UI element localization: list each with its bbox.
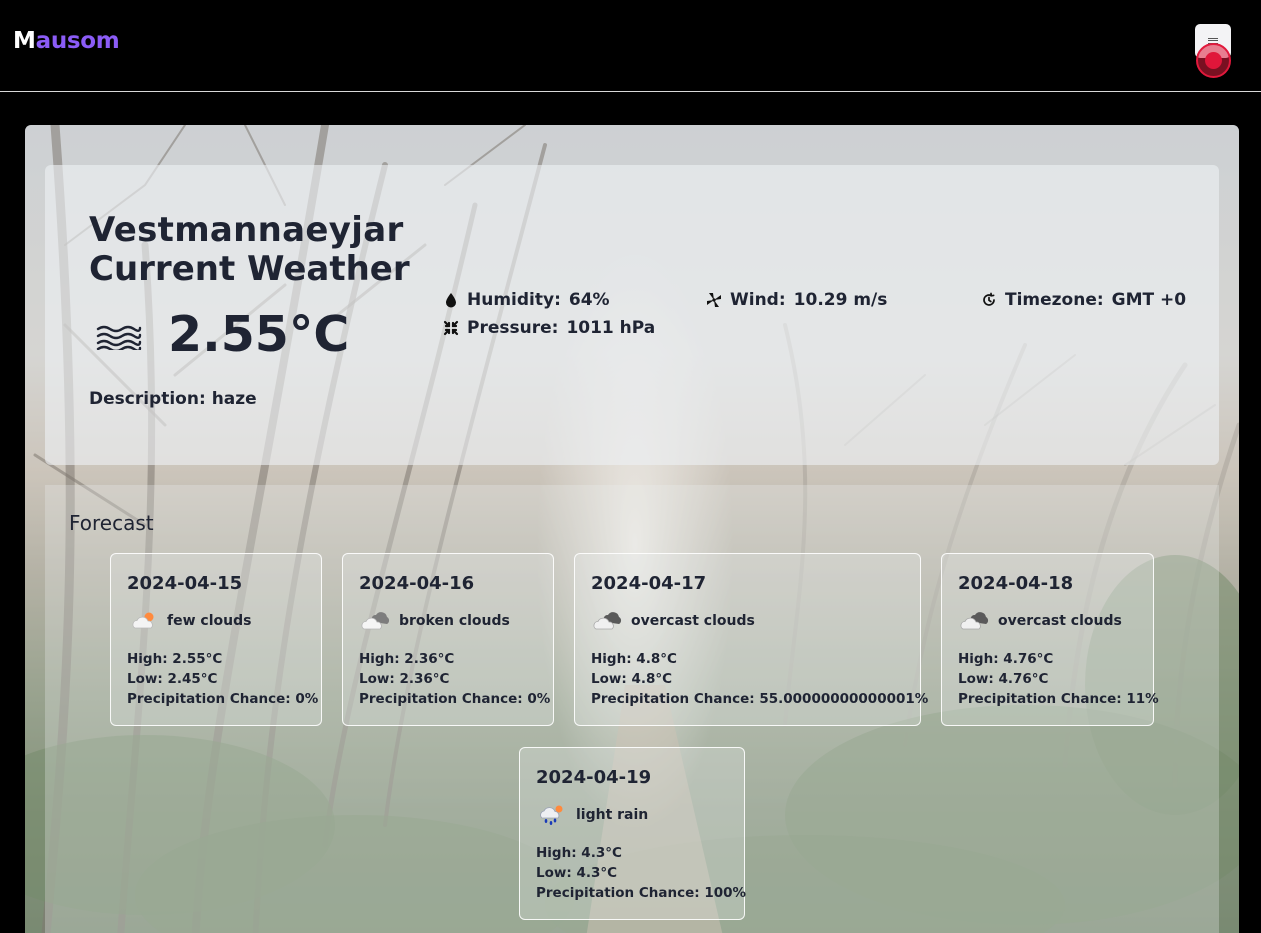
forecast-high: High: 4.8°C [591, 651, 677, 667]
humidity-value: 64% [568, 290, 610, 310]
timezone-label: Timezone: [1005, 290, 1104, 310]
few-clouds-icon [132, 612, 154, 629]
wind-value: 10.29 m/s [793, 290, 888, 310]
haze-icon [96, 325, 142, 350]
forecast-low: Low: 4.76°C [958, 671, 1049, 687]
forecast-date: 2024-04-18 [958, 573, 1074, 594]
forecast-condition: overcast clouds [631, 613, 755, 629]
record-dot [1205, 52, 1222, 69]
overcast-clouds-icon [960, 612, 989, 630]
humidity-stat: Humidity: 64% [443, 290, 610, 310]
forecast-card: 2024-04-19 light rain High: 4.3°C Low: 4… [519, 747, 747, 920]
description-label: Description: [89, 389, 206, 409]
forecast-date: 2024-04-16 [359, 573, 475, 594]
description-value: haze [211, 389, 257, 409]
droplet-icon [446, 293, 456, 308]
forecast-condition: few clouds [167, 613, 252, 629]
timezone-stat: Timezone: GMT +0 [981, 290, 1186, 310]
forecast-card: 2024-04-18 overcast clouds High: 4.76°C … [941, 553, 1159, 726]
forecast-low: Low: 2.45°C [127, 671, 218, 687]
forecast-card: 2024-04-16 broken clouds High: 2.36°C Lo… [342, 553, 554, 726]
pressure-value: 1011 hPa [566, 318, 656, 338]
broken-clouds-icon [361, 612, 390, 630]
forecast-card: 2024-04-17 overcast clouds High: 4.8°C L… [574, 553, 928, 726]
forecast-title: Forecast [69, 511, 154, 535]
wind-stat: Wind: 10.29 m/s [706, 290, 887, 310]
forecast-condition: overcast clouds [998, 613, 1122, 629]
light-rain-icon [540, 805, 563, 825]
record-indicator-icon [1196, 43, 1231, 78]
forecast-low: Low: 2.36°C [359, 671, 450, 687]
forecast-date: 2024-04-15 [127, 573, 243, 594]
forecast-high: High: 2.36°C [359, 651, 455, 667]
weather-description: Description: haze [89, 389, 257, 409]
forecast-precipitation: Precipitation Chance: 55.00000000000001% [591, 691, 929, 707]
forecast-low: Low: 4.8°C [591, 671, 673, 687]
top-navbar: Mausom [0, 0, 1261, 92]
forecast-precipitation: Precipitation Chance: 100% [536, 885, 747, 901]
logo-rest: ausom [35, 28, 120, 54]
forecast-high: High: 4.76°C [958, 651, 1054, 667]
forecast-low: Low: 4.3°C [536, 865, 618, 881]
forecast-precipitation: Precipitation Chance: 11% [958, 691, 1159, 707]
wind-label: Wind: [730, 290, 786, 310]
humidity-label: Humidity: [467, 290, 561, 310]
timezone-value: GMT +0 [1111, 290, 1187, 310]
city-name: Vestmannaeyjar [89, 210, 404, 250]
current-temperature: 2.55°C [168, 306, 350, 363]
forecast-precipitation: Precipitation Chance: 0% [359, 691, 551, 707]
overcast-clouds-icon [593, 612, 622, 630]
forecast-condition: broken clouds [399, 613, 510, 629]
logo-initial: M [13, 28, 36, 54]
current-weather-title: Current Weather [89, 249, 410, 289]
pressure-stat: Pressure: 1011 hPa [443, 318, 655, 338]
compress-icon [443, 320, 459, 336]
forecast-high: High: 4.3°C [536, 845, 622, 861]
pressure-label: Pressure: [467, 318, 559, 338]
forecast-high: High: 2.55°C [127, 651, 223, 667]
forecast-date: 2024-04-17 [591, 573, 707, 594]
forecast-precipitation: Precipitation Chance: 0% [127, 691, 319, 707]
forecast-card: 2024-04-15 few clouds High: 2.55°C Low: … [110, 553, 322, 726]
forecast-date: 2024-04-19 [536, 767, 652, 788]
fan-icon [707, 293, 721, 307]
clock-refresh-icon [983, 292, 995, 306]
forecast-condition: light rain [576, 807, 649, 823]
app-logo[interactable]: Mausom [13, 28, 120, 54]
